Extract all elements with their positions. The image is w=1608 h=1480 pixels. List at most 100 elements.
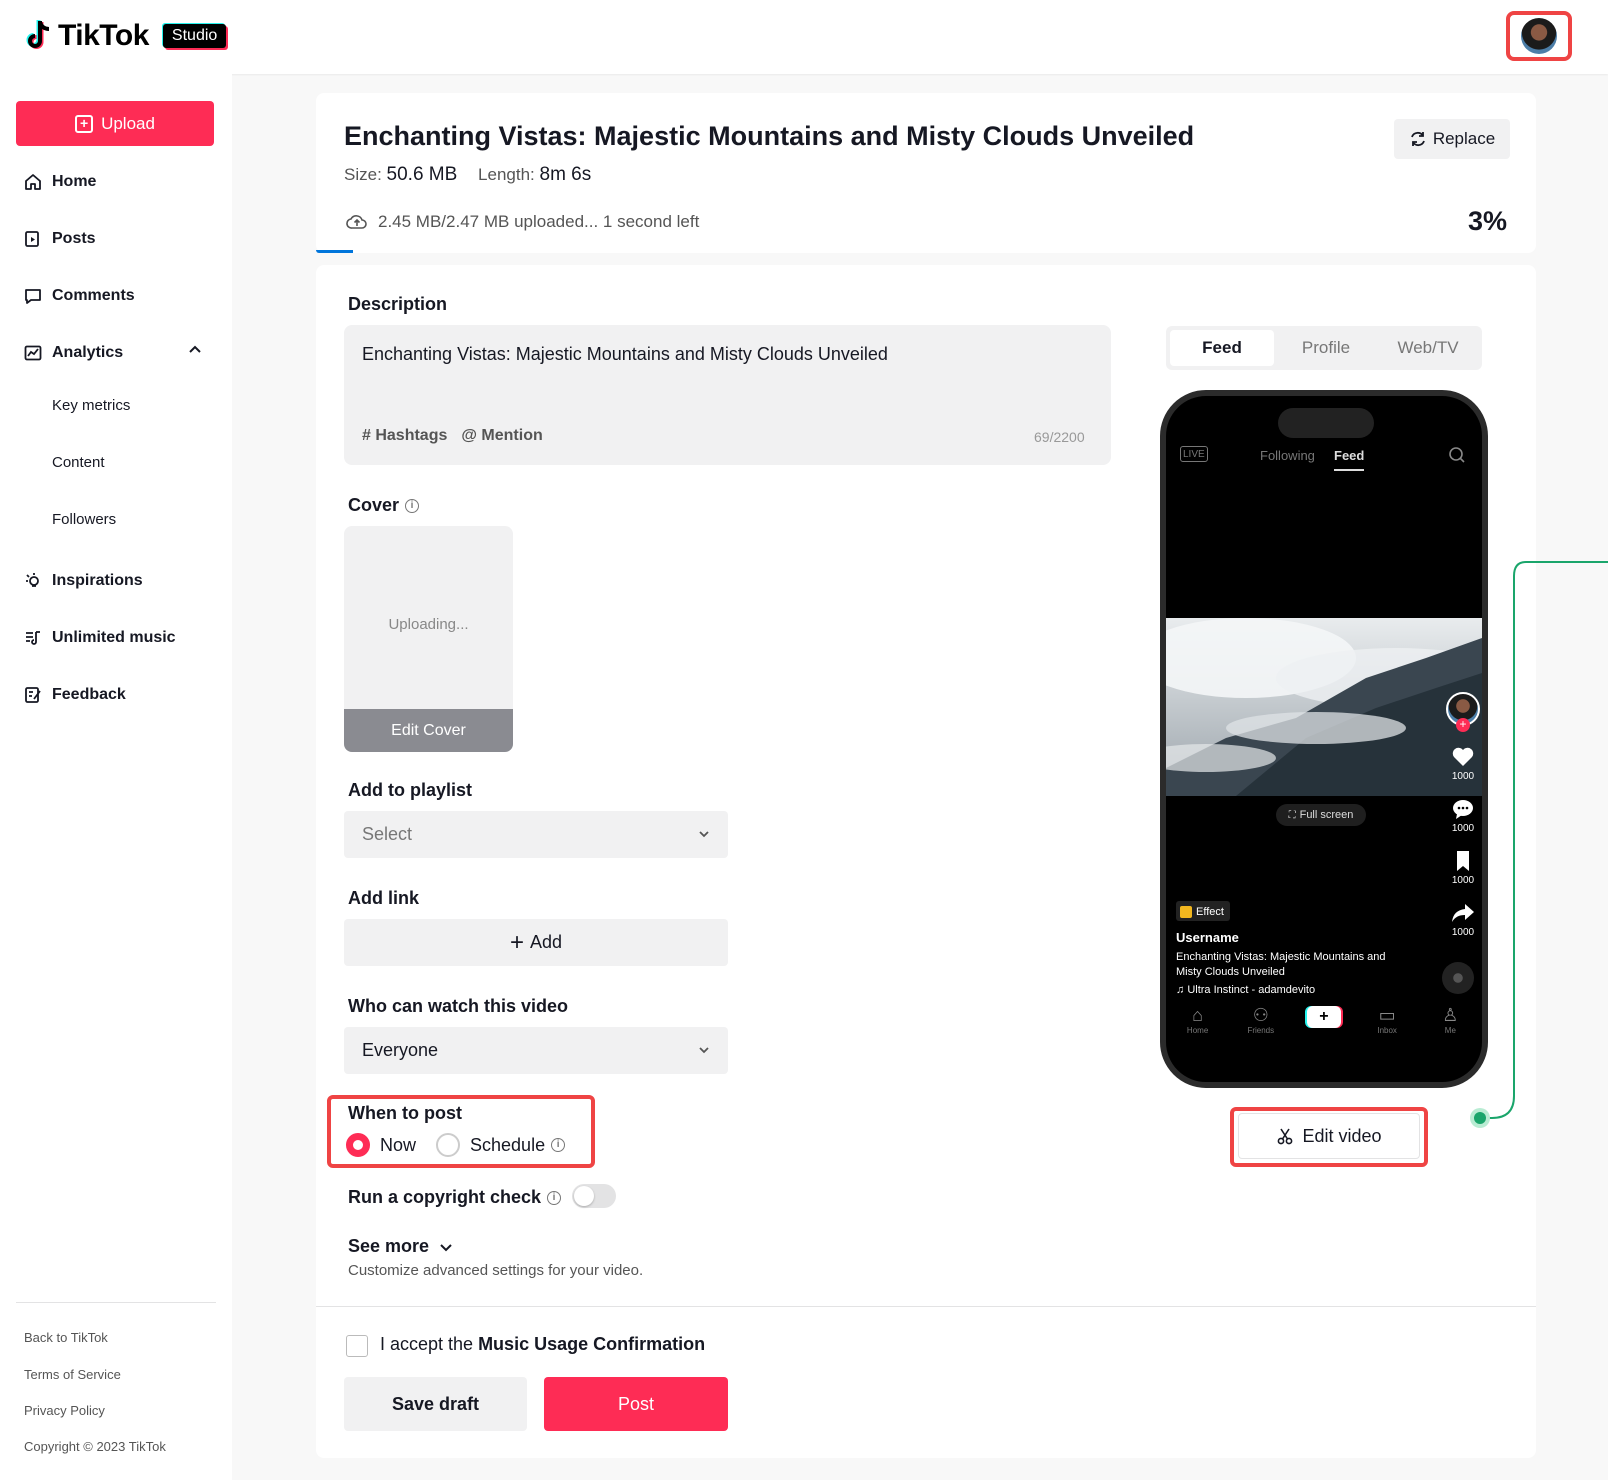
tab-profile[interactable]: Profile <box>1274 330 1378 366</box>
form-divider <box>316 1306 1536 1307</box>
upload-progress-status: 2.45 MB/2.47 MB uploaded... 1 second lef… <box>346 212 699 232</box>
playlist-select[interactable]: Select <box>344 811 728 858</box>
hashtags-button[interactable]: # Hashtags <box>362 427 447 445</box>
connector-line <box>1470 561 1608 1128</box>
phone-nav-me: ♙ Me <box>1425 1004 1475 1035</box>
cloud-upload-icon <box>346 215 367 229</box>
cover-thumbnail[interactable]: Uploading... Edit Cover <box>344 526 513 752</box>
copyright-check-toggle[interactable] <box>572 1184 616 1208</box>
tab-feed[interactable]: Feed <box>1170 330 1274 366</box>
privacy-link[interactable]: Privacy Policy <box>24 1403 105 1418</box>
playlist-placeholder: Select <box>362 824 413 844</box>
phone-notch <box>1278 408 1374 438</box>
lightbulb-icon <box>24 572 42 590</box>
music-note-icon: ♫ <box>1176 984 1188 996</box>
see-more-toggle[interactable]: See more <box>348 1236 453 1257</box>
music-usage-checkbox[interactable] <box>346 1335 368 1357</box>
save-draft-button[interactable]: Save draft <box>344 1377 527 1431</box>
preview-music: ♫ Ultra Instinct - adamdevito <box>1176 984 1315 996</box>
sidebar-item-label: Feedback <box>52 686 126 703</box>
expand-icon: ⛶ <box>1288 809 1296 821</box>
hashtags-label: Hashtags <box>375 427 448 444</box>
logo-text: TikTok <box>58 19 149 52</box>
home-icon: ⌂ <box>1192 1005 1204 1025</box>
see-more-label: See more <box>348 1236 430 1256</box>
sidebar-divider <box>16 1302 216 1303</box>
scissors-icon <box>1278 1128 1293 1145</box>
sidebar-item-analytics[interactable]: Analytics <box>24 338 123 368</box>
sidebar-item-inspirations[interactable]: Inspirations <box>24 566 143 596</box>
see-more-description: Customize advanced settings for your vid… <box>348 1262 644 1279</box>
playlist-label: Add to playlist <box>348 780 473 800</box>
privacy-select[interactable]: Everyone <box>344 1027 728 1074</box>
tab-web-tv[interactable]: Web/TV <box>1376 330 1480 366</box>
length-value: 8m 6s <box>539 164 592 185</box>
character-count: 69/2200 <box>1034 429 1085 445</box>
home-icon <box>24 173 42 191</box>
copyright-check-text: Run a copyright check <box>348 1187 542 1207</box>
effect-tag: Effect <box>1176 901 1230 921</box>
sidebar-sub-followers[interactable]: Followers <box>52 508 116 532</box>
full-screen-button[interactable]: ⛶ Full screen <box>1276 804 1366 826</box>
sidebar-sub-content[interactable]: Content <box>52 451 105 475</box>
phone-nav-inbox: ▭ Inbox <box>1362 1004 1412 1035</box>
schedule-label[interactable]: Schedule <box>470 1135 545 1156</box>
avatar-highlight[interactable] <box>1506 11 1572 61</box>
tiktok-studio-logo[interactable]: TikTok Studio <box>24 16 227 56</box>
sidebar: + Upload Home Posts Comments Analytics K… <box>0 74 232 1480</box>
profile-icon: ♙ <box>1442 1005 1459 1025</box>
description-text[interactable]: Enchanting Vistas: Majestic Mountains an… <box>362 344 888 365</box>
info-icon[interactable]: i <box>551 1138 566 1152</box>
add-link-button[interactable]: + Add <box>344 919 728 966</box>
sidebar-item-unlimited-music[interactable]: Unlimited music <box>24 623 176 653</box>
live-icon: LIVE <box>1180 446 1208 462</box>
cover-label-text: Cover <box>348 495 400 515</box>
chevron-down-icon <box>699 831 709 838</box>
terms-link[interactable]: Terms of Service <box>24 1367 121 1382</box>
full-screen-label: Full screen <box>1299 809 1354 821</box>
phone-nav-create: + <box>1299 1004 1349 1028</box>
chevron-up-icon[interactable] <box>188 342 202 356</box>
effect-icon <box>1180 906 1192 918</box>
plus-square-icon: + <box>75 114 94 133</box>
search-icon <box>1449 447 1465 463</box>
phone-nav-label: Me <box>1444 1026 1456 1035</box>
progress-percent: 3% <box>1468 206 1508 236</box>
phone-preview: LIVE Following Feed ⛶ Full screen + 1000 <box>1160 390 1488 1088</box>
post-button[interactable]: Post <box>544 1377 728 1431</box>
edit-video-button[interactable]: Edit video <box>1238 1113 1420 1159</box>
add-link-text: Add <box>529 932 563 952</box>
info-icon[interactable]: i <box>547 1191 562 1206</box>
mention-label: Mention <box>481 427 543 444</box>
phone-following-tab: Following <box>1260 448 1315 463</box>
back-to-tiktok-link[interactable]: Back to TikTok <box>24 1330 108 1345</box>
mountain-landscape-image <box>1166 618 1482 796</box>
sidebar-item-feedback[interactable]: Feedback <box>24 680 126 710</box>
mention-button[interactable]: @ Mention <box>461 427 542 445</box>
effect-label: Effect <box>1196 906 1224 918</box>
schedule-radio[interactable] <box>436 1133 461 1157</box>
music-usage-text[interactable]: I accept the Music Usage Confirmation <box>380 1334 705 1355</box>
edit-cover-button[interactable]: Edit Cover <box>344 709 513 752</box>
edit-video-label: Edit video <box>1302 1125 1382 1146</box>
phone-nav-friends: ⚇ Friends <box>1236 1004 1286 1035</box>
sidebar-item-comments[interactable]: Comments <box>24 281 135 311</box>
copyright-check-label: Run a copyright check i <box>348 1187 562 1208</box>
size-value: 50.6 MB <box>386 164 458 185</box>
now-label[interactable]: Now <box>380 1135 416 1156</box>
preview-username: Username <box>1176 930 1239 945</box>
sidebar-item-home[interactable]: Home <box>24 167 96 197</box>
upload-label: Upload <box>101 113 155 133</box>
preview-caption: Enchanting Vistas: Majestic Mountains an… <box>1176 951 1386 978</box>
upload-button[interactable]: + Upload <box>16 101 214 146</box>
sidebar-item-posts[interactable]: Posts <box>24 224 96 254</box>
sidebar-sub-key-metrics[interactable]: Key metrics <box>52 394 130 418</box>
now-radio[interactable] <box>346 1133 370 1157</box>
user-avatar[interactable] <box>1521 18 1557 54</box>
inbox-icon: ▭ <box>1378 1005 1396 1025</box>
info-icon[interactable]: i <box>405 499 420 514</box>
replace-button[interactable]: Replace <box>1394 119 1510 159</box>
music-usage-link[interactable]: Music Usage Confirmation <box>478 1334 705 1354</box>
when-to-post-options: Now Schedule i <box>346 1133 566 1157</box>
cover-label: Cover i <box>348 495 420 516</box>
